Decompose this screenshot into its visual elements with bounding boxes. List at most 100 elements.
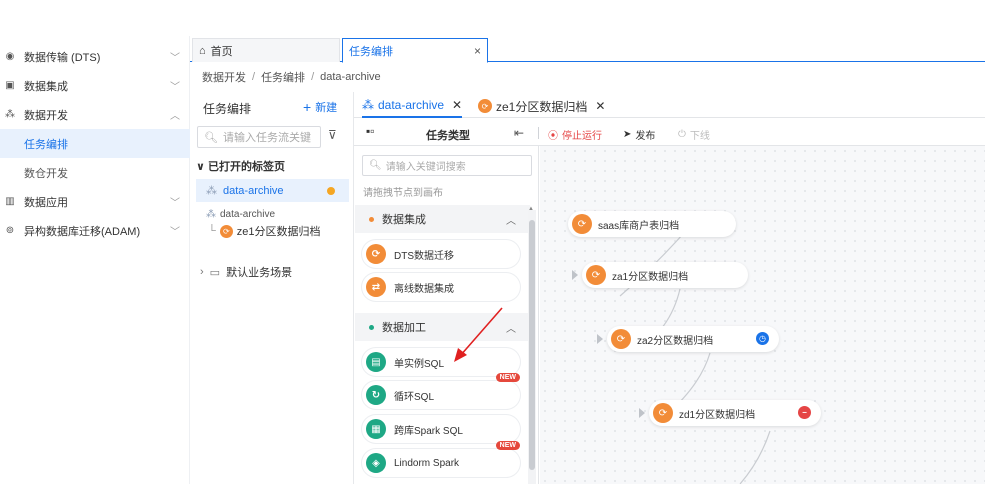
editor-tab-label: data-archive [378, 98, 445, 112]
business-scene-item[interactable]: › ▭ 默认业务场景 [200, 264, 292, 280]
loop-sql-icon: ↻ [366, 385, 386, 405]
opened-tab-label: data-archive [223, 184, 284, 197]
nav-item-dts[interactable]: ◉ 数据传输 (DTS) ﹀ [0, 42, 190, 71]
application-icon: ▥ [5, 196, 15, 207]
nav-sub-label: 任务编排 [24, 138, 68, 151]
close-icon[interactable]: ✕ [595, 99, 605, 113]
nav-sub-label: 数仓开发 [24, 167, 68, 180]
breadcrumb-separator: / [311, 71, 315, 83]
canvas-node-za1[interactable]: ⟳ za1分区数据归档 [572, 262, 748, 288]
library-scrollbar-thumb[interactable] [529, 220, 535, 470]
tree-branch-icon: └ [208, 225, 216, 237]
node-loop-sql[interactable]: ↻ 循环SQL NEW [362, 373, 520, 409]
category-data-integration[interactable]: 数据集成 ︿ [355, 205, 530, 233]
new-task-label: 新建 [315, 102, 338, 114]
close-icon[interactable]: × [474, 44, 481, 58]
offline-label: 下线 [689, 131, 710, 142]
unsaved-dot-icon [327, 186, 335, 195]
category-label: 数据加工 [382, 322, 426, 334]
offline-button[interactable]: ⏻ 下线 [678, 127, 710, 142]
nav-item-label: 异构数据库迁移(ADAM) [24, 225, 141, 238]
nav-item-develop[interactable]: ⁂ 数据开发 ︿ [0, 100, 190, 129]
new-badge: NEW [495, 441, 520, 450]
new-task-button[interactable]: + 新建 [303, 99, 337, 115]
task-type-title: 任务类型 [426, 130, 470, 142]
error-status-icon: − [798, 406, 811, 419]
edge-line [739, 430, 771, 484]
canvas-node-za2[interactable]: ⟳ za2分区数据归档 ◷ [597, 326, 779, 352]
tree-item-child[interactable]: └ ⟳ ze1分区数据归档 [208, 223, 321, 239]
nav-item-label: 数据传输 (DTS) [24, 51, 101, 64]
new-badge: NEW [495, 373, 520, 382]
workflow-icon: ⁂ [362, 98, 374, 112]
nav-item-adam[interactable]: ⊚ 异构数据库迁移(ADAM) ﹀ [0, 216, 190, 245]
node-cross-db-spark-sql[interactable]: ▦ 跨库Spark SQL [362, 415, 520, 443]
editor-tab-data-archive[interactable]: ⁂ data-archive ✕ [362, 94, 463, 118]
task-panel-title: 任务编排 [203, 102, 252, 116]
chevron-down-icon: ﹀ [170, 82, 180, 93]
stop-run-button[interactable]: ⦿ 停止运行 [548, 127, 602, 142]
workflow-icon: ⁂ [206, 209, 216, 220]
top-bar [0, 0, 985, 36]
home-icon: ⌂ [199, 44, 206, 57]
tab-label: 首页 [210, 45, 233, 58]
node-lindorm-spark[interactable]: ◈ Lindorm Spark NEW [362, 441, 520, 477]
chevron-down-icon: ﹀ [170, 227, 180, 238]
archive-node-icon: ⟳ [219, 224, 233, 238]
node-offline-integration[interactable]: ⇄ 离线数据集成 [362, 273, 520, 301]
task-search-placeholder: 请输入任务流关键 [222, 132, 311, 144]
tree-item-parent[interactable]: ⁂ data-archive [206, 209, 275, 220]
tab-task-orchestration[interactable]: 任务编排 × [342, 38, 488, 63]
scene-label: 默认业务场景 [226, 267, 293, 279]
archive-node-icon: ⟳ [611, 329, 631, 349]
node-label: 离线数据集成 [394, 283, 454, 295]
editor-tab-ze1[interactable]: ⟳ ze1分区数据归档 ✕ [478, 94, 605, 118]
tree-item-label: ze1分区数据归档 [236, 226, 321, 238]
scroll-up-icon[interactable]: ▲ [528, 206, 534, 212]
tab-home[interactable]: ⌂ 首页 [192, 38, 340, 62]
canvas-node-zd1[interactable]: ⟳ zd1分区数据归档 − [639, 400, 821, 426]
stop-run-label: 停止运行 [562, 131, 602, 142]
tree-item-label: data-archive [220, 209, 276, 220]
close-icon[interactable]: ✕ [452, 98, 462, 112]
spark-sql-icon: ▦ [366, 419, 386, 439]
dts-migration-icon: ⟳ [366, 244, 386, 264]
breadcrumb-item: data-archive [320, 71, 381, 83]
develop-icon: ⁂ [5, 109, 15, 120]
offline-integration-icon: ⇄ [366, 277, 386, 297]
node-label: 单实例SQL [394, 358, 445, 370]
breadcrumb-item[interactable]: 数据开发 [202, 69, 246, 85]
nav-item-label: 数据开发 [24, 109, 68, 122]
breadcrumb-item[interactable]: 任务编排 [261, 69, 305, 85]
nav-item-label: 数据集成 [24, 80, 68, 93]
category-bullet-icon [369, 216, 374, 222]
chevron-up-icon: ︿ [506, 215, 516, 227]
grid-icon[interactable]: ▪▫ [366, 124, 375, 138]
collapse-panel-icon[interactable]: ⇤ [514, 126, 524, 140]
node-dts-migration[interactable]: ⟳ DTS数据迁移 [362, 240, 520, 268]
breadcrumb-separator: / [252, 71, 256, 83]
archive-node-icon: ⟳ [653, 403, 673, 423]
filter-icon[interactable]: ⊽ [328, 128, 337, 142]
integration-icon: ▣ [5, 80, 15, 91]
page-tab-bar: ⌂ 首页 任务编排 × [190, 36, 985, 63]
nav-item-application[interactable]: ▥ 数据应用 ﹀ [0, 187, 190, 216]
node-label: 跨库Spark SQL [394, 425, 463, 437]
node-search-input[interactable]: 🔍︎ 请输入关键词搜索 [362, 155, 532, 176]
nav-sub-warehouse-dev[interactable]: 数仓开发 [0, 158, 190, 187]
chevron-down-icon: ﹀ [170, 53, 180, 64]
canvas-node-label: saas库商户表归档 [598, 220, 680, 232]
task-search-input[interactable]: 🔍︎ 请输入任务流关键 [197, 126, 321, 148]
annotation-arrow [454, 307, 503, 362]
adam-icon: ⊚ [5, 225, 15, 236]
nav-sub-task-orchestration[interactable]: 任务编排 [0, 129, 190, 158]
input-port-icon [639, 408, 645, 418]
editor-tab-bar: ⁂ data-archive ✕ ⟳ ze1分区数据归档 ✕ [354, 94, 985, 118]
publish-button[interactable]: ➤ 发布 [623, 127, 655, 142]
canvas-node-saas[interactable]: ⟳ saas库商户表归档 [568, 211, 736, 237]
nav-item-integration[interactable]: ▣ 数据集成 ﹀ [0, 71, 190, 100]
opened-tab-item[interactable]: ⁂ data-archive [196, 179, 349, 202]
opened-tabs-header[interactable]: ∨ 已打开的标签页 [196, 158, 285, 174]
power-icon: ⏻ [678, 129, 686, 140]
stop-icon: ⦿ [548, 131, 558, 142]
